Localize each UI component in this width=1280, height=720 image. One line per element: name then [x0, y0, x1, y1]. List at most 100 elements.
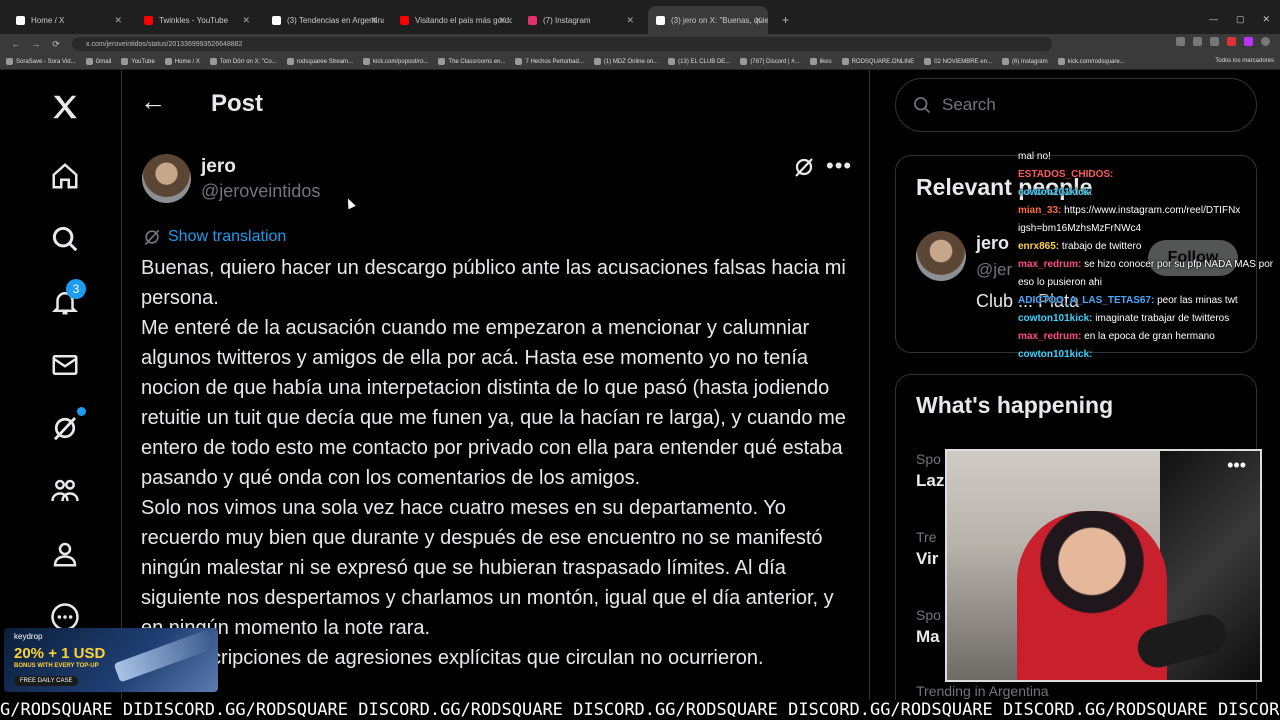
close-tab-icon[interactable]: ✕: [114, 15, 122, 26]
bookmark-item[interactable]: Gmail: [85, 58, 112, 65]
bookmark-item[interactable]: (1) MDZ Online on...: [593, 58, 658, 65]
bookmark-item[interactable]: kick.com/popout/ro...: [363, 58, 428, 65]
bookmark-label: Tom Dörr on X: "Co...: [219, 58, 277, 65]
grok-icon[interactable]: [48, 411, 82, 445]
back-icon[interactable]: ←: [6, 39, 26, 49]
tab-favicon-icon: [528, 15, 537, 25]
browser-tab[interactable]: (3) Tendencias en Argentina (0✕: [264, 6, 384, 34]
bookmark-item[interactable]: SoraSave - Sora Vid...: [6, 58, 76, 65]
post-paragraph: Las descripciones de agresiones explícit…: [141, 647, 764, 669]
browser-tab[interactable]: (3) jero on X: "Buenas, quiero h✕: [648, 6, 768, 34]
extension-icon[interactable]: [1176, 37, 1185, 46]
tab-label: Visitando el país más gordo y ...: [415, 15, 512, 25]
bookmark-favicon-icon: [924, 58, 932, 65]
bookmark-label: kick.com/popout/ro...: [373, 58, 429, 65]
bookmark-favicon-icon: [841, 58, 849, 65]
bookmark-item[interactable]: 7 Hechos Perturbad...: [515, 58, 584, 65]
tab-favicon-icon: [16, 15, 25, 25]
post-paragraph: Solo nos vimos una sola vez hace cuatro …: [141, 497, 834, 639]
url-field[interactable]: x.com/jeroveintidos/status/2013369993526…: [72, 37, 1052, 51]
chat-message: cowton101kick: imaginate trabajar de twi…: [1018, 310, 1280, 328]
profile-icon[interactable]: [1261, 37, 1270, 46]
minimize-icon[interactable]: —: [1209, 14, 1218, 25]
close-tab-icon[interactable]: ✕: [754, 15, 762, 26]
trend-item[interactable]: Spo Laz: [916, 451, 944, 491]
author-handle[interactable]: @jeroveintidos: [201, 181, 320, 202]
back-arrow-icon[interactable]: ←: [140, 86, 170, 117]
all-bookmarks-link[interactable]: Todos los marcadores: [1215, 58, 1274, 64]
trend-name: Laz: [916, 471, 945, 490]
show-translation-link[interactable]: Show translation: [142, 227, 286, 247]
bookmark-item[interactable]: (13) EL CLUB DE...: [668, 58, 730, 65]
bookmark-label: Gmail: [95, 58, 112, 65]
x-logo-icon[interactable]: [48, 90, 82, 124]
forward-icon[interactable]: →: [26, 39, 46, 49]
ad-headline: 20% + 1 USD: [14, 645, 106, 662]
extension-icon[interactable]: [1227, 37, 1236, 46]
chat-text: peor las minas twt: [1157, 295, 1238, 306]
bookmark-item[interactable]: RODSQUARE.ONLINE: [841, 58, 914, 65]
chat-username: enrx865:: [1018, 241, 1060, 252]
trend-item[interactable]: Spo Ma: [916, 607, 941, 647]
bookmark-item[interactable]: 02 NOVIEMBRE en...: [924, 58, 992, 65]
extension-icon[interactable]: [1210, 37, 1219, 46]
messages-envelope-icon[interactable]: [48, 348, 82, 382]
tab-label: (3) jero on X: "Buenas, quiero h: [671, 15, 768, 25]
stream-ticker: G/RODSQUARE DIDISCORD.GG/RODSQUARE DISCO…: [0, 700, 1280, 720]
bookmark-favicon-icon: [209, 58, 217, 65]
author-display-name[interactable]: jero: [201, 156, 236, 178]
maximize-icon[interactable]: ▢: [1236, 14, 1245, 25]
relevant-person-handle[interactable]: @jer: [976, 260, 1012, 280]
chat-message: max_redrum: en la epoca de gran hermano: [1018, 328, 1280, 346]
bookmark-item[interactable]: (6) Instagram: [1001, 58, 1048, 65]
chat-message: cowton101kick:: [1018, 184, 1280, 202]
close-tab-icon[interactable]: ✕: [626, 15, 634, 26]
trend-category: Spo: [916, 451, 941, 467]
profile-person-icon[interactable]: [48, 537, 82, 571]
close-window-icon[interactable]: ✕: [1262, 14, 1270, 25]
browser-tab[interactable]: Home / X ✕: [8, 6, 128, 34]
close-tab-icon[interactable]: ✕: [370, 15, 378, 26]
bookmark-favicon-icon: [593, 58, 601, 65]
explore-search-icon[interactable]: [48, 222, 82, 256]
ad-pill: FREE DAILY CASE: [14, 676, 79, 686]
trend-item[interactable]: Tre Vir: [916, 529, 938, 569]
bookmark-item[interactable]: likes: [809, 58, 832, 65]
search-icon: [914, 97, 931, 114]
bookmark-item[interactable]: Tom Dörr on X: "Co...: [209, 58, 277, 65]
close-tab-icon[interactable]: ✕: [498, 15, 506, 26]
relevant-person-name[interactable]: jero: [976, 233, 1009, 254]
bookmark-label: (787) Discord | #...: [750, 58, 800, 65]
grok-explain-icon[interactable]: [792, 155, 816, 179]
tab-favicon-icon: [400, 15, 409, 25]
browser-tab[interactable]: Visitando el país más gordo y ...✕: [392, 6, 512, 34]
show-translation-label[interactable]: Show translation: [168, 228, 286, 246]
bookmark-item[interactable]: YouTube: [121, 58, 155, 65]
author-avatar[interactable]: [142, 154, 191, 203]
home-icon[interactable]: [48, 159, 82, 193]
post-more-icon[interactable]: •••: [826, 153, 852, 179]
reload-icon[interactable]: ⟳: [46, 39, 66, 50]
new-tab-icon[interactable]: +: [776, 6, 795, 34]
communities-icon[interactable]: [48, 474, 82, 508]
bookmark-item[interactable]: Home / X: [164, 58, 200, 65]
mouse-cursor-icon: [344, 196, 356, 210]
bookmark-label: SoraSave - Sora Vid...: [16, 58, 76, 65]
bookmark-item[interactable]: kick.com/rodsquare...: [1057, 58, 1125, 65]
browser-tab[interactable]: Twinkles - YouTube ✕: [136, 6, 256, 34]
bookmark-item[interactable]: (787) Discord | #...: [740, 58, 800, 65]
avatar[interactable]: [916, 231, 966, 281]
bookmark-item[interactable]: The Classrooms en...: [438, 58, 505, 65]
chat-username: cowton101kick:: [1018, 349, 1093, 360]
close-tab-icon[interactable]: ✕: [242, 15, 250, 26]
trend-name: Vir: [916, 549, 939, 568]
browser-tab-bar: Home / X ✕ Twinkles - YouTube ✕ (3) Tendenci…: [0, 0, 1280, 34]
chat-username: ESTADOS_CHIDOS:: [1018, 169, 1114, 180]
bookmark-item[interactable]: rodsquaree Stream...: [286, 58, 353, 65]
bookmark-favicon-icon: [809, 58, 817, 65]
window-controls[interactable]: — ▢ ✕: [1209, 14, 1270, 25]
browser-tab[interactable]: (7) Instagram ✕: [520, 6, 640, 34]
extension-icon[interactable]: [1193, 37, 1202, 46]
search-input[interactable]: Search: [895, 78, 1257, 132]
extension-icon[interactable]: [1244, 37, 1253, 46]
